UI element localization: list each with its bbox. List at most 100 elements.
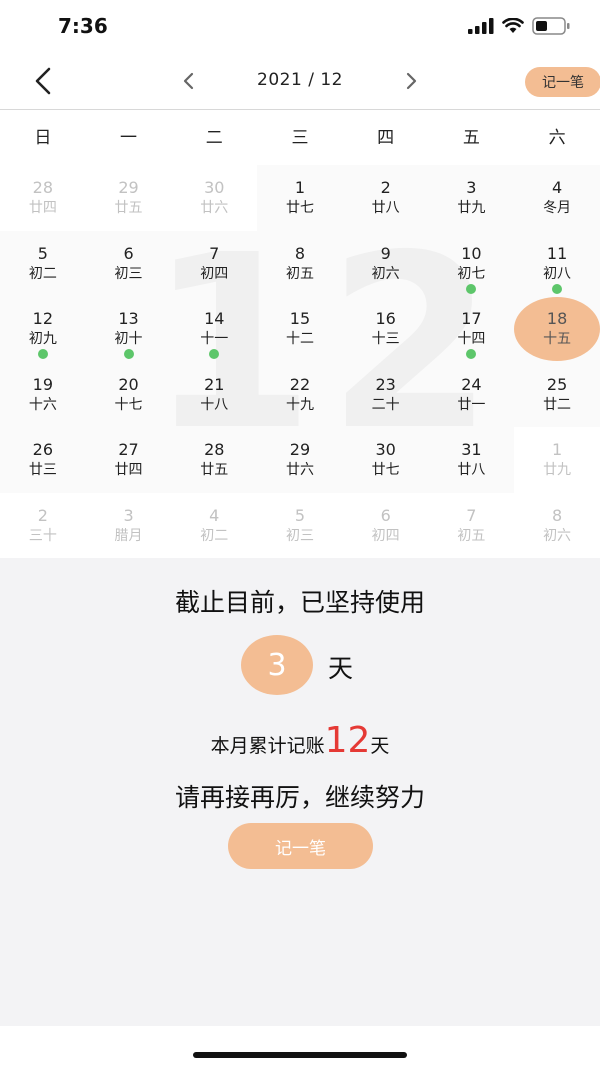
- calendar-day[interactable]: 26 廿三: [0, 427, 86, 493]
- day-number: 12: [32, 309, 54, 328]
- calendar-day[interactable]: 19 十六: [0, 362, 86, 428]
- day-number: 3: [123, 505, 134, 525]
- day-number: 1: [294, 178, 306, 197]
- lunar-date: 十一: [200, 331, 229, 347]
- days-used-row: 3 天: [0, 635, 600, 695]
- next-month-button[interactable]: [400, 69, 424, 93]
- calendar-day[interactable]: 8 初六: [514, 492, 600, 558]
- month-label[interactable]: 2021 / 12: [220, 70, 380, 90]
- day-number: 18: [546, 309, 568, 328]
- calendar-day[interactable]: 22 十九: [257, 362, 343, 428]
- calendar-day[interactable]: 30 廿七: [343, 427, 429, 493]
- calendar-day[interactable]: 12 初九: [0, 296, 86, 362]
- bottom-area: [0, 1026, 600, 1067]
- lunar-date: 廿七: [285, 200, 314, 216]
- calendar-day[interactable]: 4 冬月: [514, 165, 600, 231]
- day-number: 29: [289, 440, 311, 459]
- calendar-day[interactable]: 5 初三: [257, 492, 343, 558]
- day-number: 2: [380, 178, 391, 197]
- day-number: 22: [289, 374, 311, 394]
- calendar-day[interactable]: 23 二十: [343, 362, 429, 428]
- calendar-day[interactable]: 16 十三: [343, 296, 429, 362]
- calendar-day[interactable]: 14 十一: [171, 296, 257, 362]
- calendar-day[interactable]: 17 十四: [429, 296, 515, 362]
- calendar-day[interactable]: 20 十七: [86, 362, 172, 428]
- day-number: 7: [466, 505, 477, 525]
- day-number: 1: [551, 440, 563, 459]
- record-button-top[interactable]: 记一笔: [525, 67, 600, 97]
- calendar-day[interactable]: 1 廿九: [514, 427, 600, 493]
- calendar-day[interactable]: 1 廿七: [257, 165, 343, 231]
- calendar-day[interactable]: 4 初二: [171, 492, 258, 558]
- back-button[interactable]: [28, 66, 58, 96]
- calendar-day[interactable]: 9 初六: [343, 231, 429, 297]
- calendar-day[interactable]: 7 初四: [171, 231, 257, 297]
- record-dot: [466, 283, 477, 294]
- calendar-day[interactable]: 29 廿六: [257, 427, 343, 493]
- calendar-day[interactable]: 7 初五: [428, 492, 515, 558]
- lunar-date: 廿八: [371, 200, 400, 216]
- day-number: 5: [37, 243, 48, 263]
- nav-bar: 2021 / 12 记一笔: [0, 52, 600, 110]
- lunar-date: 初五: [285, 265, 314, 282]
- record-button[interactable]: 记一笔: [228, 823, 373, 869]
- calendar-day[interactable]: 8 初五: [257, 231, 343, 297]
- calendar-day[interactable]: 6 初四: [342, 492, 429, 558]
- day-number: 19: [32, 374, 54, 394]
- calendar-day[interactable]: 10 初七: [429, 231, 515, 297]
- day-number: 14: [204, 309, 225, 328]
- day-number: 28: [32, 178, 54, 197]
- lunar-date: 廿九: [457, 200, 486, 216]
- day-number: 25: [546, 374, 568, 394]
- status-icons: [468, 16, 570, 36]
- day-number: 27: [118, 440, 139, 459]
- calendar-day[interactable]: 29 廿五: [85, 165, 172, 231]
- calendar-day[interactable]: 21 十八: [171, 362, 257, 428]
- days-used-count: 3: [241, 635, 313, 695]
- lunar-date: 廿三: [28, 462, 57, 478]
- calendar-day[interactable]: 2 廿八: [343, 165, 429, 231]
- calendar-day[interactable]: 5 初二: [0, 231, 86, 297]
- lunar-date: 二十: [371, 396, 400, 413]
- calendar-day[interactable]: 13 初十: [86, 296, 172, 362]
- lunar-date: 初六: [371, 265, 400, 282]
- lunar-date: 十九: [285, 396, 314, 413]
- lunar-date: 初八: [543, 265, 572, 282]
- calendar-day-selected[interactable]: 18 十五: [514, 296, 600, 362]
- prev-month-button[interactable]: [176, 69, 200, 93]
- day-number: 30: [204, 178, 225, 197]
- calendar-day[interactable]: 3 腊月: [85, 492, 172, 558]
- calendar-day[interactable]: 11 初八: [514, 231, 600, 297]
- home-indicator[interactable]: [193, 1052, 407, 1058]
- calendar-day[interactable]: 31 廿八: [429, 427, 515, 493]
- lunar-date: 廿六: [200, 200, 229, 216]
- day-number: 2: [37, 505, 48, 525]
- calendar-day[interactable]: 28 廿四: [0, 165, 86, 231]
- calendar-day[interactable]: 3 廿九: [429, 165, 515, 231]
- weekday-label: 六: [548, 128, 566, 148]
- lunar-date: 初七: [457, 265, 486, 282]
- calendar-day[interactable]: 28 廿五: [171, 427, 257, 493]
- lunar-date: 十二: [285, 331, 314, 347]
- calendar-day[interactable]: 30 廿六: [171, 165, 258, 231]
- lunar-date: 十五: [543, 331, 572, 347]
- lunar-date: 廿七: [371, 462, 400, 478]
- status-bar: 7:36: [0, 0, 600, 52]
- lunar-date: 廿四: [114, 462, 143, 478]
- day-number: 8: [551, 505, 563, 525]
- calendar-day[interactable]: 15 十二: [257, 296, 343, 362]
- lunar-date: 廿二: [543, 396, 572, 413]
- record-dot: [466, 349, 477, 359]
- summary-panel: 截止目前，已坚持使用 3 天 本月累计记账12天 请再接再厉，继续努力 记一笔: [0, 558, 600, 1026]
- record-dot: [552, 283, 563, 294]
- calendar-day[interactable]: 27 廿四: [86, 427, 172, 493]
- lunar-date: 初九: [28, 331, 57, 347]
- calendar-day[interactable]: 24 廿一: [429, 362, 515, 428]
- calendar-day[interactable]: 6 初三: [86, 231, 172, 297]
- day-number: 8: [294, 243, 306, 263]
- encourage-text: 请再接再厉，继续努力: [174, 783, 425, 812]
- day-number: 10: [461, 243, 482, 263]
- calendar-day[interactable]: 25 廿二: [514, 362, 600, 428]
- calendar-day[interactable]: 2 三十: [0, 492, 86, 558]
- lunar-date: 腊月: [114, 527, 143, 544]
